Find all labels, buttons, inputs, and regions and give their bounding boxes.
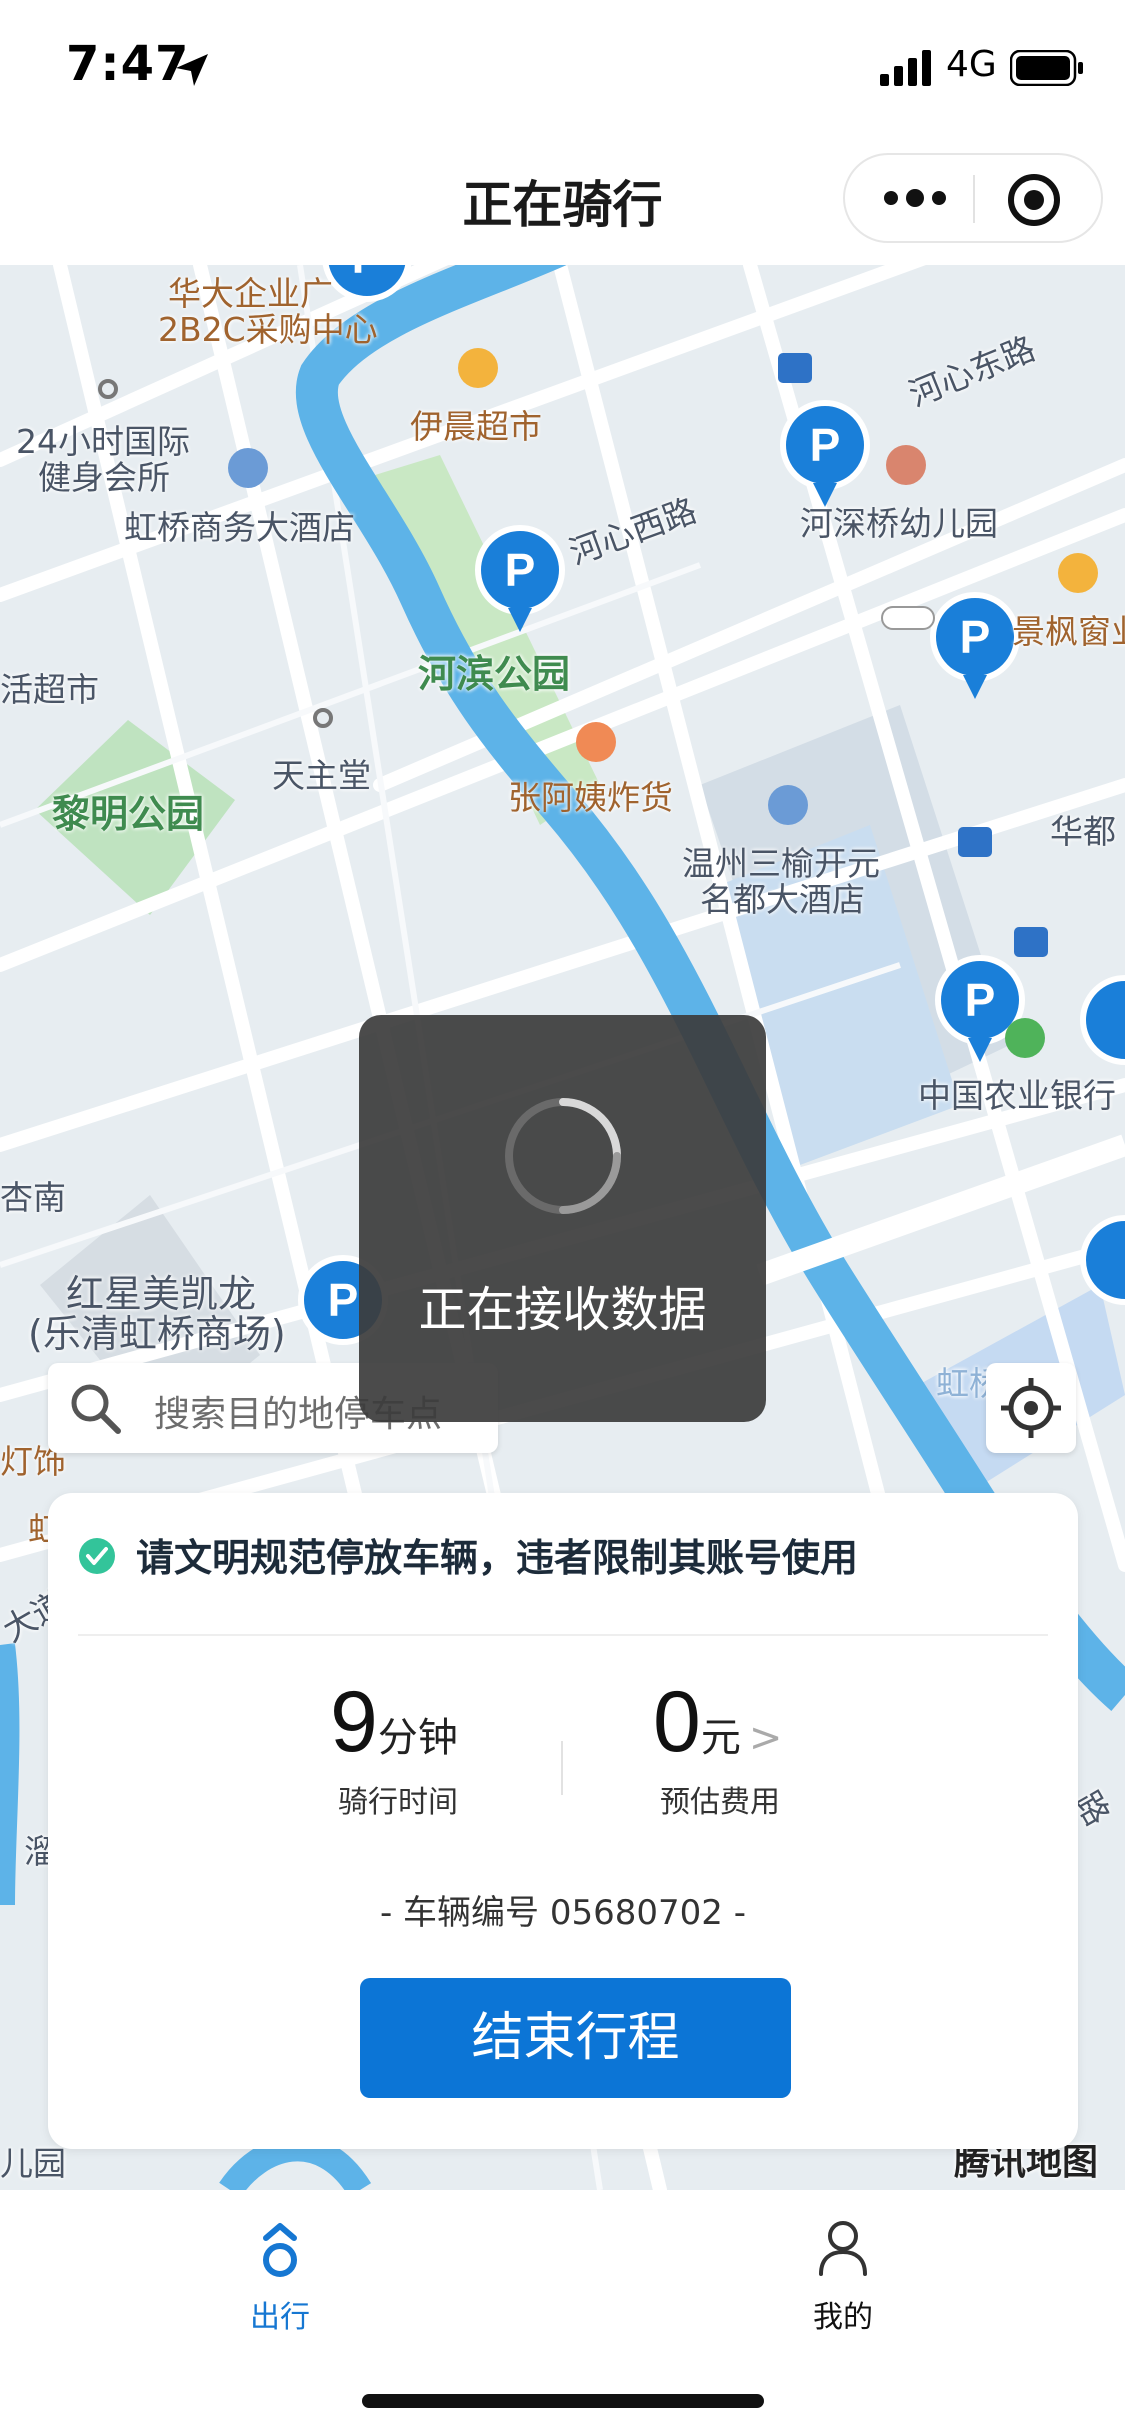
ride-time-unit: 分钟 — [377, 1715, 458, 1761]
map-label: 伊晨超市 — [410, 407, 542, 446]
supermarket-poi — [458, 348, 498, 388]
svg-text:P: P — [965, 974, 996, 1026]
crosshair-icon — [1001, 1378, 1061, 1438]
fee-arrow-icon: > — [748, 1715, 783, 1761]
miniprogram-capsule — [843, 153, 1103, 243]
more-icon[interactable] — [883, 183, 947, 213]
map-label: 名都大酒店 — [700, 880, 865, 919]
hotel-poi — [768, 785, 808, 825]
svg-text:P: P — [810, 419, 841, 471]
river — [0, 1643, 20, 1906]
fee-label: 预估费用 — [660, 1785, 780, 1820]
shop-poi — [1058, 553, 1098, 593]
map-label: 儿园 — [0, 2144, 66, 2183]
ride-info-card: 请文明规范停放车辆，违者限制其账号使用 9分钟 骑行时间 0元 > 预估费用 - … — [48, 1493, 1078, 2149]
navigation-bar: 正在骑行 — [0, 135, 1125, 265]
svg-text:P: P — [352, 265, 383, 283]
network-type: 4G — [946, 44, 997, 85]
map-label: (乐清虹桥商场) — [28, 1312, 286, 1356]
svg-text:P: P — [328, 1274, 359, 1326]
bank-poi — [1005, 1018, 1045, 1058]
location-arrow-icon — [176, 54, 208, 86]
kindergarten-poi — [886, 445, 926, 485]
tab-mine[interactable]: 我的 — [773, 2210, 913, 2335]
close-miniprogram-icon[interactable] — [1007, 173, 1061, 227]
battery-icon — [1010, 50, 1083, 86]
map-label: 天主堂 — [272, 756, 371, 795]
map-label: 虹桥商务大酒店 — [124, 508, 355, 547]
map-label: 景枫窗业 — [1012, 612, 1125, 651]
map-label: 黎明公园 — [52, 792, 205, 836]
toast-text: 正在接收数据 — [418, 1282, 707, 1338]
map-label: 华都 — [1050, 812, 1116, 851]
map-label: 健身会所 — [38, 458, 170, 497]
river — [219, 2135, 372, 2190]
home-indicator — [362, 2394, 764, 2408]
svg-text:P: P — [505, 544, 536, 596]
map-label: 河滨公园 — [418, 652, 571, 696]
map-label: 杏南 — [0, 1178, 66, 1217]
fee-value[interactable]: 0元 > — [653, 1673, 782, 1772]
status-bar: 7:47 4G — [0, 0, 1125, 135]
map-label: 河深桥幼儿园 — [800, 504, 998, 543]
card-divider — [78, 1634, 1048, 1636]
vehicle-number: - 车辆编号 05680702 - — [379, 1893, 746, 1933]
status-time: 7:47 — [66, 36, 190, 92]
map-label: 张阿姨炸货 — [508, 778, 673, 817]
user-icon — [819, 2221, 867, 2276]
loading-toast: 正在接收数据 — [359, 1015, 766, 1422]
ride-time-value: 9分钟 — [330, 1673, 458, 1772]
map-label: 中国农业银行 — [918, 1076, 1116, 1115]
capsule-divider — [973, 175, 975, 223]
fee-number: 0 — [653, 1674, 701, 1770]
loading-spinner-icon — [505, 1098, 621, 1214]
map-label: 活超市 — [0, 670, 99, 709]
signal-icon — [880, 50, 931, 86]
check-circle-icon — [79, 1538, 115, 1574]
tab-mine-label: 我的 — [813, 2300, 873, 2335]
hotel-poi — [228, 448, 268, 488]
food-poi — [576, 722, 616, 762]
ride-icon — [263, 2223, 297, 2277]
locate-button[interactable] — [986, 1363, 1076, 1453]
stat-divider — [561, 1741, 563, 1795]
tab-ride-label: 出行 — [250, 2300, 310, 2335]
map-label: 2B2C采购中心 — [158, 310, 378, 349]
tab-ride[interactable]: 出行 — [210, 2210, 350, 2335]
fee-unit: 元 — [700, 1715, 741, 1761]
ride-time-label: 骑行时间 — [338, 1785, 458, 1820]
parking-notice: 请文明规范停放车辆，违者限制其账号使用 — [136, 1536, 859, 1580]
search-icon — [71, 1384, 121, 1434]
ride-time-number: 9 — [330, 1674, 378, 1770]
end-trip-button[interactable]: 结束行程 — [360, 1978, 791, 2098]
svg-text:P: P — [960, 611, 991, 663]
